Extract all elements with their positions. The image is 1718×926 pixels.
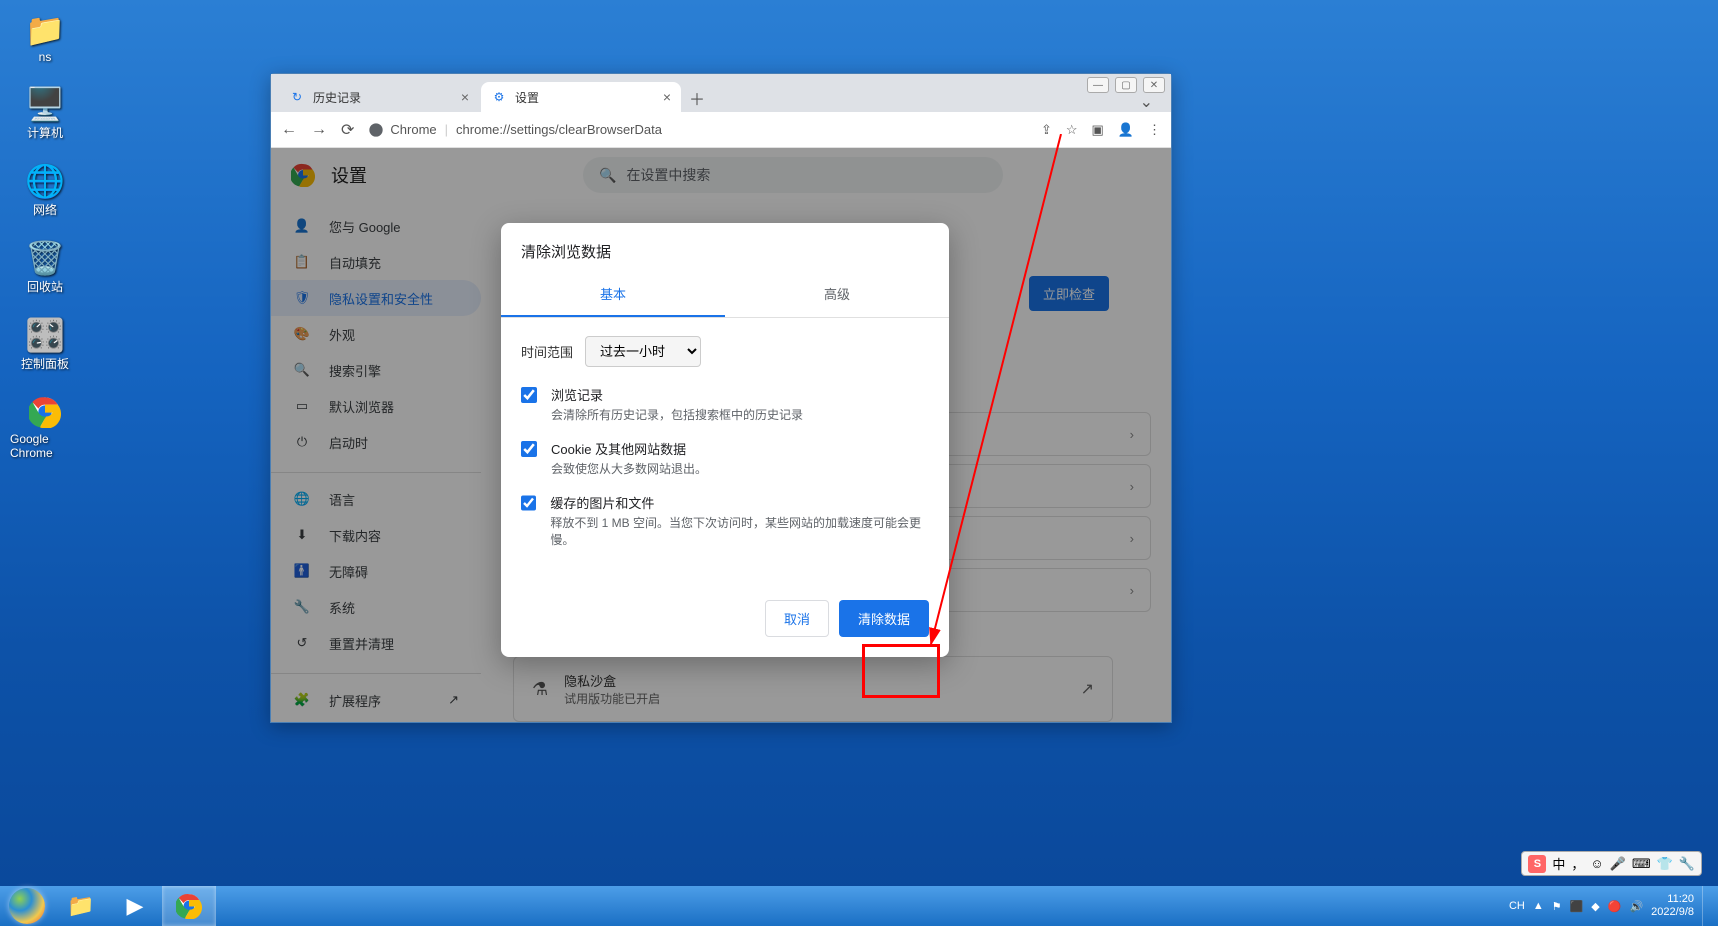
recycle-icon: 🗑️: [25, 238, 65, 278]
tab-basic[interactable]: 基本: [501, 272, 725, 317]
address-bar[interactable]: Chrome | chrome://settings/clearBrowserD…: [368, 122, 1027, 138]
profile-icon[interactable]: 👤: [1118, 122, 1134, 138]
network-icon: 🌐: [25, 161, 65, 201]
cancel-button[interactable]: 取消: [765, 600, 829, 637]
tray-clock[interactable]: 11:20 2022/9/8: [1651, 893, 1694, 919]
desktop-icon-control-panel[interactable]: 🎛️控制面板: [10, 315, 80, 372]
checkbox-input[interactable]: [521, 441, 537, 457]
bookmark-icon[interactable]: ☆: [1066, 122, 1078, 138]
tray-app-icon[interactable]: ◆: [1591, 900, 1599, 913]
history-icon: ↻: [289, 89, 305, 105]
toolbar: ← → ⟳ Chrome | chrome://settings/clearBr…: [271, 112, 1171, 148]
computer-icon: 🖥️: [25, 84, 65, 124]
folder-icon: 📁: [25, 10, 65, 50]
chrome-window: — ▢ ✕ ↻ 历史记录 × ⚙ 设置 × ＋ ⌄ ← → ⟳ Chrome |…: [270, 73, 1172, 723]
ime-punct-icon[interactable]: ，: [1571, 854, 1584, 873]
checkbox-cache[interactable]: 缓存的图片和文件释放不到 1 MB 空间。当您下次访问时，某些网站的加载速度可能…: [521, 493, 929, 548]
checkbox-cookies[interactable]: Cookie 及其他网站数据会致使您从大多数网站退出。: [521, 439, 929, 477]
taskbar-explorer[interactable]: 📁: [54, 886, 108, 926]
modal-overlay: 清除浏览数据 基本 高级 时间范围 过去一小时 浏览记录会清除所有历史记录，包括…: [271, 148, 1171, 722]
annotation-highlight: [862, 644, 940, 698]
ime-skin-icon[interactable]: 👕: [1657, 856, 1673, 872]
tray-app-icon[interactable]: ⬛: [1570, 900, 1584, 913]
desktop-icon-chrome[interactable]: Google Chrome: [10, 392, 80, 460]
ime-toolbar[interactable]: S 中 ， ☺ 🎤 ⌨ 👕 🔧: [1521, 851, 1702, 876]
menu-icon[interactable]: ⋮: [1148, 122, 1161, 138]
start-button[interactable]: [0, 886, 54, 926]
show-desktop-button[interactable]: [1702, 886, 1710, 926]
chk-sub: 会致使您从大多数网站退出。: [551, 460, 707, 477]
ime-lang[interactable]: 中: [1552, 854, 1565, 873]
gear-icon: ⚙: [491, 89, 507, 105]
chk-title: 浏览记录: [551, 385, 803, 404]
tray-volume-icon[interactable]: 🔊: [1629, 900, 1643, 913]
window-controls: — ▢ ✕: [1087, 77, 1165, 93]
tray-lang[interactable]: CH: [1509, 900, 1525, 912]
clear-data-button[interactable]: 清除数据: [839, 600, 929, 637]
tabstrip: ↻ 历史记录 × ⚙ 设置 × ＋ ⌄: [271, 74, 1171, 112]
minimize-button[interactable]: —: [1087, 77, 1109, 93]
desktop-icons: 📁ns 🖥️计算机 🌐网络 🗑️回收站 🎛️控制面板 Google Chrome: [10, 10, 80, 460]
chk-sub: 会清除所有历史记录，包括搜索框中的历史记录: [551, 406, 803, 423]
tab-label: 设置: [515, 89, 539, 106]
ime-tool-icon[interactable]: 🔧: [1679, 856, 1695, 872]
reload-button[interactable]: ⟳: [341, 120, 354, 140]
dialog-title: 清除浏览数据: [501, 223, 949, 272]
time-range-label: 时间范围: [521, 342, 573, 361]
tray-expand-icon[interactable]: ▲: [1533, 900, 1544, 912]
ime-emoji-icon[interactable]: ☺: [1590, 856, 1603, 871]
share-icon[interactable]: ⇪: [1041, 122, 1052, 138]
chrome-badge: Chrome: [368, 122, 436, 138]
checkbox-input[interactable]: [521, 495, 536, 511]
control-panel-icon: 🎛️: [25, 315, 65, 355]
chrome-icon: [25, 392, 65, 432]
tab-label: 历史记录: [313, 89, 361, 106]
tabs-dropdown-icon[interactable]: ⌄: [1140, 92, 1153, 112]
ime-voice-icon[interactable]: 🎤: [1610, 856, 1626, 872]
taskbar: 📁 ▶ CH ▲ ⚑ ⬛ ◆ 🔴 🔊 11:20 2022/9/8: [0, 886, 1718, 926]
dialog-tabs: 基本 高级: [501, 272, 949, 318]
time-range-select[interactable]: 过去一小时: [585, 336, 701, 367]
time-range-row: 时间范围 过去一小时: [521, 336, 929, 367]
url-text: chrome://settings/clearBrowserData: [456, 122, 662, 137]
tab-settings[interactable]: ⚙ 设置 ×: [481, 82, 681, 112]
back-button[interactable]: ←: [281, 121, 297, 139]
tray-network-icon[interactable]: 🔴: [1608, 900, 1622, 913]
chk-title: 缓存的图片和文件: [550, 493, 929, 512]
close-button[interactable]: ✕: [1143, 77, 1165, 93]
tab-advanced[interactable]: 高级: [725, 272, 949, 317]
sogou-logo-icon: S: [1528, 855, 1546, 873]
settings-body: 设置 🔍 在设置中搜索 👤您与 Google 📋自动填充 🛡隐私设置和安全性 🎨…: [271, 148, 1171, 722]
tab-history[interactable]: ↻ 历史记录 ×: [279, 82, 479, 112]
forward-button[interactable]: →: [311, 121, 327, 139]
tab-close-icon[interactable]: ×: [663, 89, 671, 105]
ime-keyboard-icon[interactable]: ⌨: [1632, 856, 1651, 872]
tray-flag-icon[interactable]: ⚑: [1552, 900, 1562, 913]
desktop-icon-recycle[interactable]: 🗑️回收站: [10, 238, 80, 295]
desktop-icon-ns[interactable]: 📁ns: [10, 10, 80, 64]
tab-close-icon[interactable]: ×: [461, 89, 469, 105]
system-tray: CH ▲ ⚑ ⬛ ◆ 🔴 🔊 11:20 2022/9/8: [1509, 886, 1718, 926]
chk-sub: 释放不到 1 MB 空间。当您下次访问时，某些网站的加载速度可能会更慢。: [550, 514, 929, 548]
taskbar-chrome[interactable]: [162, 886, 216, 926]
clear-data-dialog: 清除浏览数据 基本 高级 时间范围 过去一小时 浏览记录会清除所有历史记录，包括…: [501, 223, 949, 657]
new-tab-button[interactable]: ＋: [683, 84, 711, 112]
checkbox-browsing-history[interactable]: 浏览记录会清除所有历史记录，包括搜索框中的历史记录: [521, 385, 929, 423]
desktop-icon-network[interactable]: 🌐网络: [10, 161, 80, 218]
windows-logo-icon: [9, 888, 45, 924]
panel-icon[interactable]: ▣: [1092, 122, 1104, 138]
maximize-button[interactable]: ▢: [1115, 77, 1137, 93]
checkbox-input[interactable]: [521, 387, 537, 403]
chk-title: Cookie 及其他网站数据: [551, 439, 707, 458]
taskbar-media-player[interactable]: ▶: [108, 886, 162, 926]
desktop-icon-computer[interactable]: 🖥️计算机: [10, 84, 80, 141]
